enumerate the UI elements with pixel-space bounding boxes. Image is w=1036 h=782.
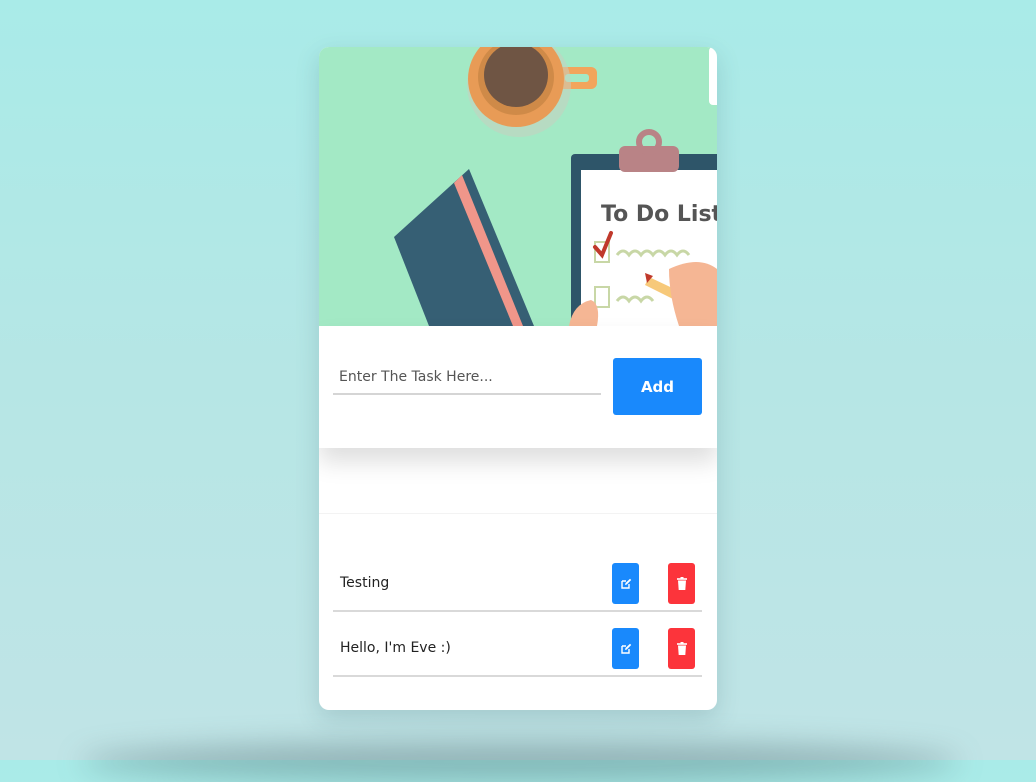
- background-shadow: [80, 742, 960, 782]
- trash-icon: [676, 642, 687, 655]
- edit-button[interactable]: [612, 628, 639, 669]
- section-divider: [319, 513, 717, 514]
- todo-card: To Do List Add Testing: [319, 47, 717, 710]
- edit-icon: [620, 578, 631, 589]
- task-text: Testing: [340, 575, 390, 591]
- task-input-panel: Add: [319, 326, 717, 448]
- list-item: Hello, I'm Eve :): [333, 612, 702, 677]
- coffee-cup-icon: [467, 47, 597, 137]
- task-input[interactable]: [333, 361, 601, 395]
- clipboard-icon: To Do List: [569, 129, 717, 326]
- notebook-icon: [394, 169, 534, 326]
- add-button[interactable]: Add: [613, 358, 702, 415]
- task-list: Testing Hello, I'm Eve :): [333, 547, 702, 677]
- delete-button[interactable]: [668, 628, 695, 669]
- task-text: Hello, I'm Eve :): [340, 640, 451, 656]
- trash-icon: [676, 577, 687, 590]
- edit-button[interactable]: [612, 563, 639, 604]
- delete-button[interactable]: [668, 563, 695, 604]
- list-item: Testing: [333, 547, 702, 612]
- clipboard-heading: To Do List: [601, 202, 717, 227]
- edit-icon: [620, 643, 631, 654]
- hero-illustration: To Do List: [319, 47, 717, 326]
